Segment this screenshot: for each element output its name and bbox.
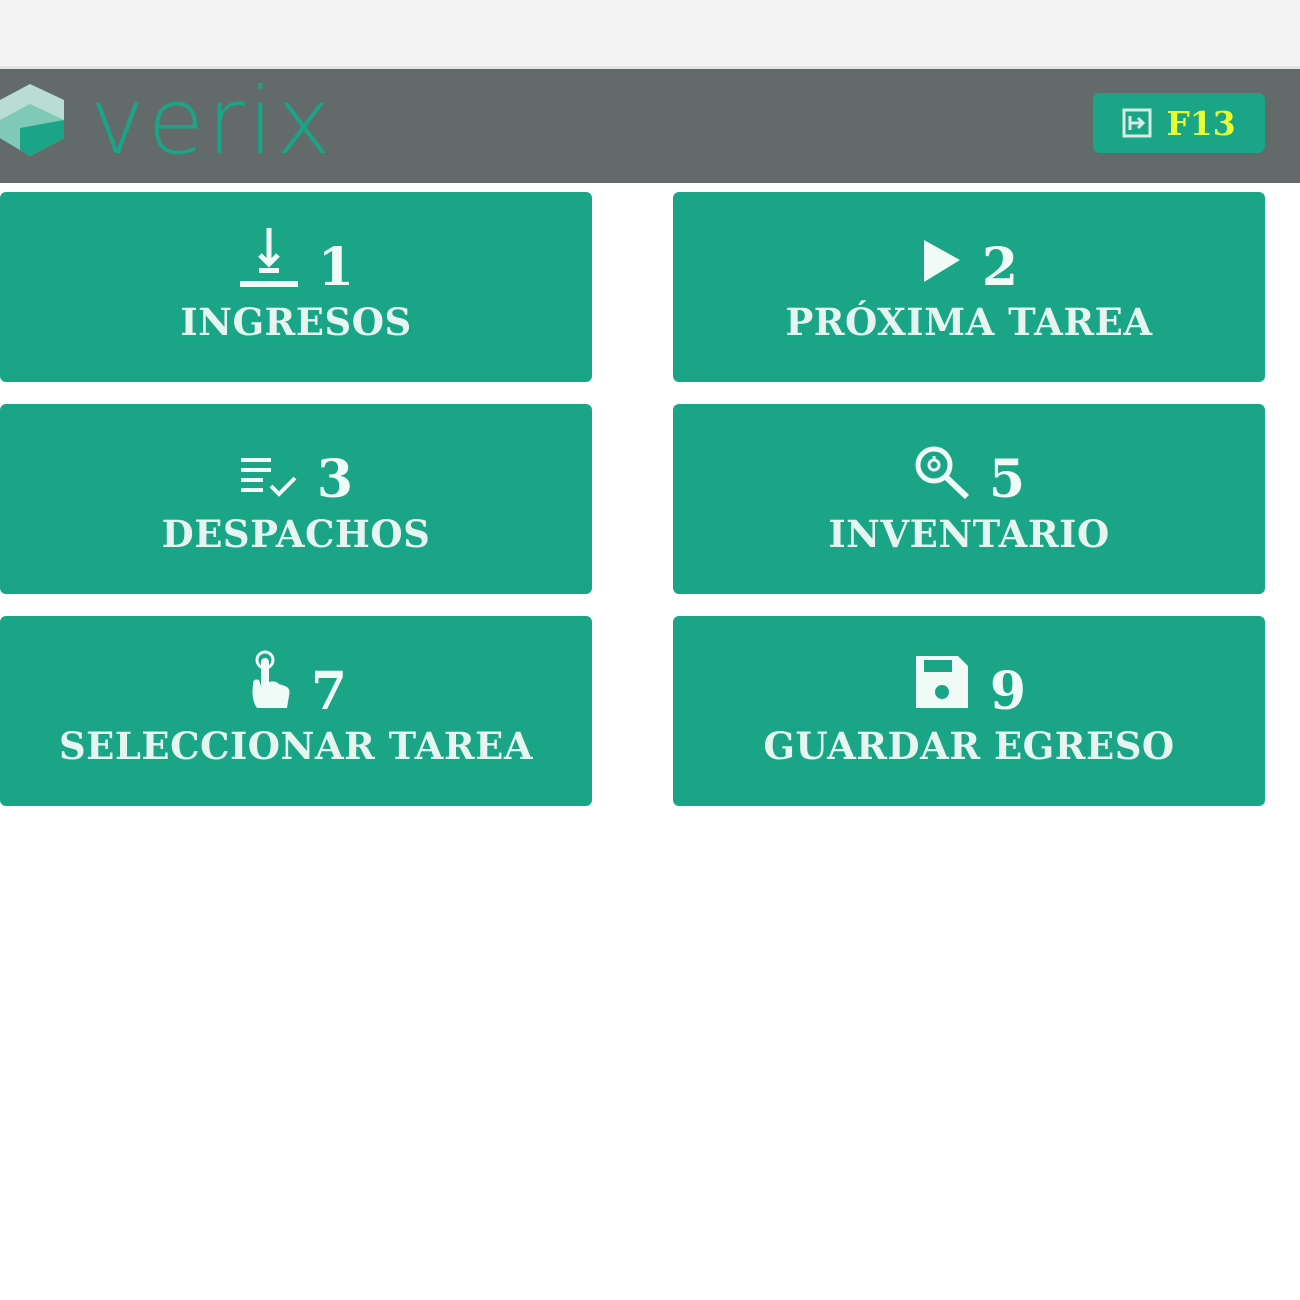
tile-label: GUARDAR EGRESO (763, 724, 1175, 768)
logo-text: verix (90, 68, 334, 175)
seleccionar-tarea-button[interactable]: 7 SELECCIONAR TAREA (0, 616, 592, 806)
inventario-button[interactable]: 5 INVENTARIO (673, 404, 1265, 594)
tile-label: PRÓXIMA TAREA (785, 300, 1153, 344)
f13-label: F13 (1166, 103, 1236, 143)
verix-logo[interactable]: verix (0, 68, 334, 177)
f13-button[interactable]: F13 (1093, 93, 1265, 153)
tile-number: 1 (317, 237, 355, 298)
tile-label: INGRESOS (180, 300, 412, 344)
play-icon (923, 240, 960, 282)
tile-number: 2 (981, 237, 1019, 298)
download-tray-icon (239, 228, 298, 287)
tile-number: 3 (316, 449, 354, 510)
browser-top-strip (0, 0, 1300, 69)
tile-number: 7 (310, 661, 348, 722)
tile-label: DESPACHOS (161, 512, 431, 556)
logo-mark-icon (0, 84, 64, 156)
app-header: verix F13 (0, 69, 1300, 183)
tile-label: INVENTARIO (828, 512, 1110, 556)
guardar-egreso-button[interactable]: 9 GUARDAR EGRESO (673, 616, 1265, 806)
list-check-icon (240, 458, 297, 497)
tile-number: 9 (989, 661, 1027, 722)
exit-icon (1122, 108, 1152, 138)
search-icon (915, 446, 969, 500)
tile-number: 5 (988, 449, 1026, 510)
proxima-tarea-button[interactable]: 2 PRÓXIMA TAREA (673, 192, 1265, 382)
despachos-button[interactable]: 3 DESPACHOS (0, 404, 592, 594)
save-icon (915, 656, 968, 708)
tile-label: SELECCIONAR TAREA (58, 724, 534, 768)
hand-pointer-icon (252, 650, 290, 708)
ingresos-button[interactable]: 1 INGRESOS (0, 192, 592, 382)
